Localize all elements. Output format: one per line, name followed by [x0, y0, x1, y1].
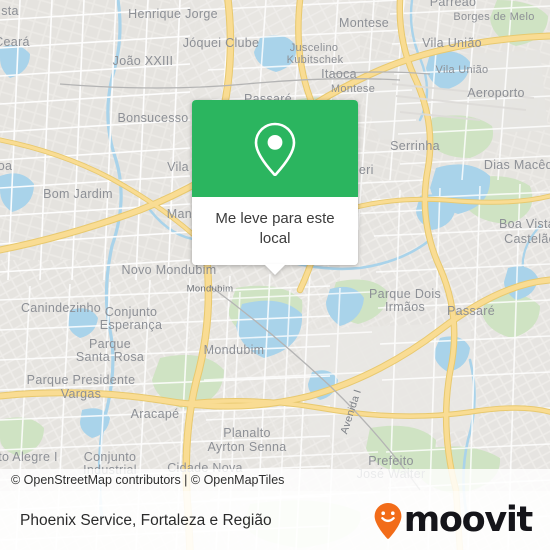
attribution-text[interactable]: © OpenStreetMap contributors | © OpenMap…: [0, 473, 284, 487]
popup-message: Me leve para este local: [215, 210, 335, 248]
bottom-bar: Phoenix Service, Fortaleza e Região moov…: [0, 491, 550, 550]
popup-card-header: [192, 100, 358, 197]
map-canvas[interactable]: sta Henrique Jorge Montese Parreão Borges de…: [0, 0, 550, 550]
map-pin-icon: [254, 122, 296, 176]
popup-pointer-tip: [264, 263, 286, 275]
moovit-wordmark: moovit: [403, 500, 534, 540]
map-vector-layer: [0, 0, 550, 550]
popup-card-body: Me leve para este local: [192, 197, 358, 265]
moovit-brand-logo[interactable]: moovit: [373, 502, 550, 540]
moovit-smiley-pin-icon: [374, 502, 402, 539]
location-title: Phoenix Service, Fortaleza e Região: [20, 511, 272, 529]
map-attribution-bar: © OpenStreetMap contributors | © OpenMap…: [0, 469, 550, 491]
destination-popup-card[interactable]: Me leve para este local: [192, 100, 358, 275]
screenshot-root: sta Henrique Jorge Montese Parreão Borges de…: [0, 0, 550, 550]
